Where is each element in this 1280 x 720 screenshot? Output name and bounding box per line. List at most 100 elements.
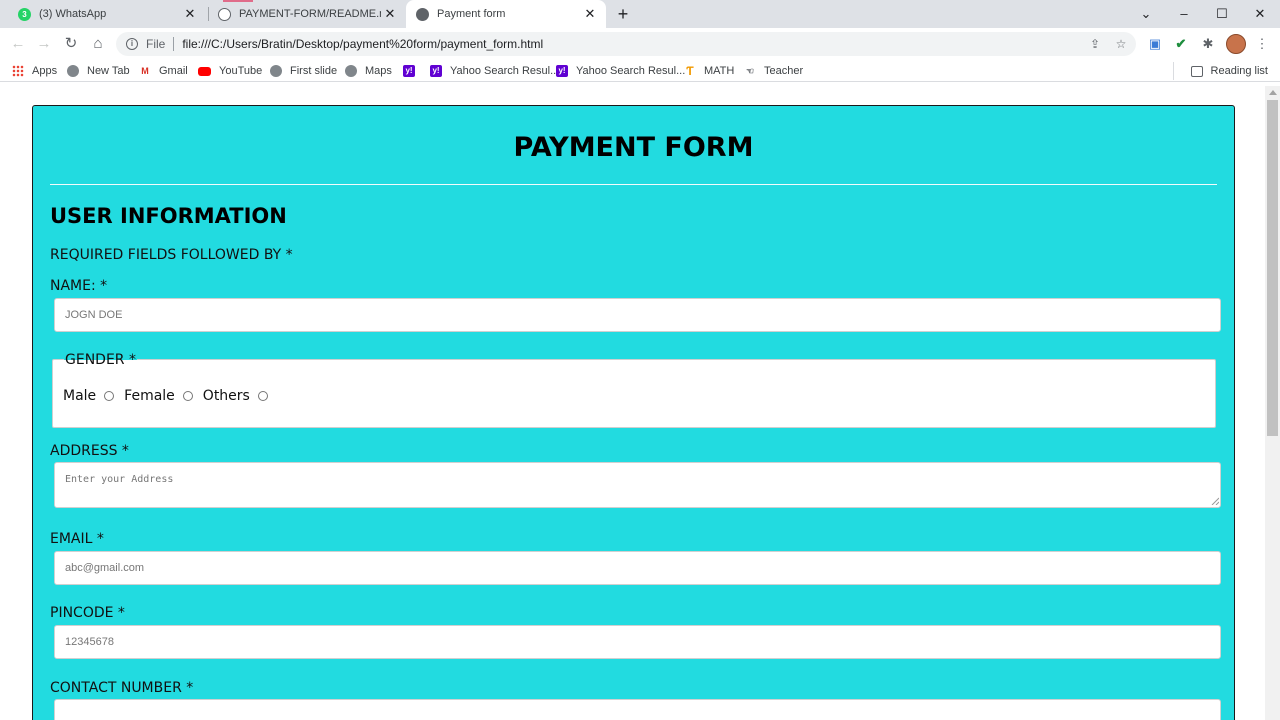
page-scrollbar[interactable] xyxy=(1265,86,1280,720)
bookmark-maps[interactable]: Maps xyxy=(345,63,392,79)
window-close-icon[interactable]: ✕ xyxy=(1250,4,1270,24)
gmail-icon: M xyxy=(141,66,149,76)
pincode-label: PINCODE * xyxy=(50,605,125,621)
maximize-icon[interactable]: ☐ xyxy=(1212,4,1232,24)
name-label: NAME: * xyxy=(50,278,108,294)
bookmark-youtube[interactable]: YouTube xyxy=(198,63,262,79)
new-tab-button[interactable]: + xyxy=(612,4,634,24)
bookmark-label: Yahoo Search Resul... xyxy=(576,65,686,77)
page-viewport: PAYMENT FORM USER INFORMATION REQUIRED F… xyxy=(0,86,1265,720)
bookmark-yahoo-search-1[interactable]: y! Yahoo Search Resul... xyxy=(430,63,559,79)
scroll-up-arrow-icon[interactable] xyxy=(1269,90,1277,95)
bookmark-first-slide[interactable]: First slide xyxy=(270,63,337,79)
gender-radio-male[interactable] xyxy=(104,391,115,401)
bookmark-yahoo[interactable]: y! xyxy=(403,63,423,79)
yahoo-icon: y! xyxy=(556,65,568,77)
extensions-puzzle-icon[interactable]: ✱ xyxy=(1199,35,1217,53)
whatsapp-icon: 3 xyxy=(18,7,31,21)
textarea-resize-grip[interactable] xyxy=(1211,497,1219,505)
url-separator xyxy=(173,37,175,51)
globe-icon xyxy=(67,65,79,77)
reading-list-button[interactable]: Reading list xyxy=(1172,62,1268,80)
url-text[interactable]: file:///C:/Users/Bratin/Desktop/payment%… xyxy=(182,37,543,51)
bookmark-label: Apps xyxy=(32,65,58,77)
profile-avatar[interactable] xyxy=(1226,34,1246,54)
minimize-icon[interactable]: – xyxy=(1174,4,1194,24)
forward-icon[interactable]: → xyxy=(34,34,54,54)
bookmark-star-icon[interactable]: ☆ xyxy=(1114,37,1128,51)
close-icon[interactable]: ✕ xyxy=(182,6,198,22)
share-icon[interactable]: ⇪ xyxy=(1088,37,1102,51)
menu-kebab-icon[interactable]: ⋮ xyxy=(1253,35,1271,53)
github-icon xyxy=(218,7,231,21)
tab-search-icon[interactable]: ⌄ xyxy=(1136,4,1156,24)
yahoo-icon: y! xyxy=(430,65,442,77)
tab-title: Payment form xyxy=(437,8,506,20)
globe-icon xyxy=(416,7,429,21)
info-icon[interactable]: i xyxy=(126,38,138,50)
close-icon[interactable]: ✕ xyxy=(582,6,598,22)
browser-toolbar: ← → ↻ ⌂ i File file:///C:/Users/Bratin/D… xyxy=(0,28,1280,60)
email-label: EMAIL * xyxy=(50,531,104,547)
tab-title: (3) WhatsApp xyxy=(39,8,107,20)
gender-option-female: Female xyxy=(124,388,203,404)
gender-radio-others[interactable] xyxy=(257,391,268,401)
math-icon: Ƭ xyxy=(686,64,694,78)
pincode-input[interactable] xyxy=(54,625,1221,659)
bookmark-yahoo-search-2[interactable]: y! Yahoo Search Resul... xyxy=(556,63,685,79)
contact-number-label: CONTACT NUMBER * xyxy=(50,680,194,696)
gender-options: Male Female Others xyxy=(63,388,278,404)
section-title: USER INFORMATION xyxy=(50,204,287,228)
globe-icon xyxy=(270,65,282,77)
bookmark-label: MATH xyxy=(704,65,735,77)
gender-option-male: Male xyxy=(63,388,124,404)
bookmark-teacher[interactable]: ☜ Teacher xyxy=(744,63,803,79)
name-input[interactable] xyxy=(54,298,1221,332)
address-label: ADDRESS * xyxy=(50,443,129,459)
extension-translate-icon[interactable]: ▣ xyxy=(1146,35,1164,53)
address-bar[interactable]: i File file:///C:/Users/Bratin/Desktop/p… xyxy=(116,32,1136,56)
yahoo-icon: y! xyxy=(403,65,415,77)
bookmark-label: YouTube xyxy=(219,65,263,77)
tab-whatsapp[interactable]: 3 (3) WhatsApp ✕ xyxy=(8,0,206,28)
youtube-icon xyxy=(198,66,211,76)
gender-option-label: Female xyxy=(124,388,175,404)
reading-list-label: Reading list xyxy=(1210,65,1268,77)
extension-check-icon[interactable]: ✔ xyxy=(1172,35,1190,53)
bookmark-label: First slide xyxy=(290,65,338,77)
tab-payment-form[interactable]: Payment form ✕ xyxy=(406,0,606,28)
tab-github-readme[interactable]: PAYMENT-FORM/README.md at ✕ xyxy=(208,0,406,28)
close-icon[interactable]: ✕ xyxy=(382,6,398,22)
bookmark-new-tab[interactable]: New Tab xyxy=(67,63,130,79)
globe-icon xyxy=(345,65,357,77)
bookmark-apps[interactable]: Apps xyxy=(12,63,57,79)
required-fields-note: REQUIRED FIELDS FOLLOWED BY * xyxy=(50,247,293,263)
bookmark-label: Teacher xyxy=(764,65,804,77)
reload-icon[interactable]: ↻ xyxy=(61,34,81,54)
teacher-icon: ☜ xyxy=(745,66,755,76)
home-icon[interactable]: ⌂ xyxy=(88,34,108,54)
tab-strip: 3 (3) WhatsApp ✕ PAYMENT-FORM/README.md … xyxy=(0,0,1280,28)
tab-title: PAYMENT-FORM/README.md at xyxy=(239,8,381,20)
gender-legend: GENDER * xyxy=(64,352,137,368)
scrollbar-thumb[interactable] xyxy=(1267,100,1278,436)
back-icon[interactable]: ← xyxy=(8,34,28,54)
contact-number-input[interactable] xyxy=(54,699,1221,720)
reading-list-icon xyxy=(1190,65,1203,77)
gender-radio-female[interactable] xyxy=(182,391,193,401)
address-input[interactable] xyxy=(54,462,1221,508)
bookmarks-bar: Apps New Tab M Gmail YouTube First slide… xyxy=(0,60,1280,82)
bookmark-label: Yahoo Search Resul... xyxy=(450,65,560,77)
bookmark-math[interactable]: Ƭ MATH xyxy=(684,63,734,79)
bookmark-gmail[interactable]: M Gmail xyxy=(139,63,188,79)
bookmark-label: New Tab xyxy=(87,65,130,77)
email-input[interactable] xyxy=(54,551,1221,585)
gender-option-others: Others xyxy=(203,388,278,404)
gender-option-label: Others xyxy=(202,388,250,404)
bookmark-label: Maps xyxy=(365,65,392,77)
title-divider xyxy=(50,184,1217,185)
apps-grid-icon xyxy=(12,65,24,77)
url-scheme: File xyxy=(146,37,166,51)
gender-option-label: Male xyxy=(63,388,97,404)
bookmark-label: Gmail xyxy=(159,65,188,77)
